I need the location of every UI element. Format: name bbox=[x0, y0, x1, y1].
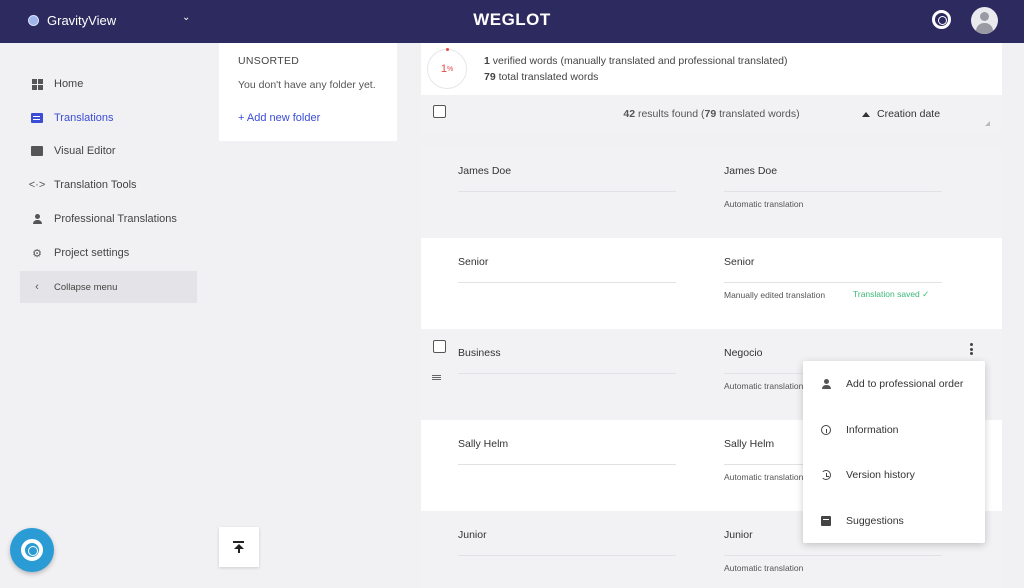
divider bbox=[458, 373, 676, 374]
divider bbox=[724, 191, 942, 192]
translation-text[interactable]: Negocio bbox=[724, 347, 763, 359]
verified-text: verified words (manually translated and … bbox=[489, 55, 788, 67]
logo: WEGLOT bbox=[473, 10, 551, 29]
sidebar-item-label: Professional Translations bbox=[54, 213, 177, 225]
divider bbox=[724, 282, 942, 283]
list-toolbar: 42 results found (79 translated words) C… bbox=[421, 95, 1002, 133]
results-text: results found ( bbox=[635, 108, 705, 120]
more-options-icon[interactable] bbox=[970, 343, 974, 356]
translation-text[interactable]: Sally Helm bbox=[724, 438, 774, 450]
sidebar-item-professional-translations[interactable]: Professional Translations bbox=[20, 203, 197, 235]
menu-item-label: Suggestions bbox=[846, 514, 904, 527]
divider bbox=[458, 464, 676, 465]
translation-text[interactable]: Junior bbox=[724, 529, 753, 541]
lifebuoy-icon bbox=[21, 539, 43, 561]
menu-item-suggestions[interactable]: Suggestions bbox=[803, 498, 985, 543]
history-icon bbox=[821, 469, 831, 480]
total-count: 79 bbox=[484, 71, 496, 83]
progress-circle: 1% bbox=[427, 48, 467, 89]
person-icon bbox=[31, 213, 43, 225]
top-bar: GravityView ⌄ WEGLOT bbox=[0, 0, 1024, 43]
sidebar-item-label: Translation Tools bbox=[54, 179, 137, 191]
source-text: Business bbox=[458, 347, 501, 359]
sidebar-item-home[interactable]: Home bbox=[20, 68, 197, 100]
drag-handle-icon[interactable] bbox=[432, 375, 441, 380]
translation-text[interactable]: James Doe bbox=[724, 165, 777, 177]
menu-item-information[interactable]: Information bbox=[803, 407, 985, 452]
avatar[interactable] bbox=[971, 7, 998, 34]
folder-panel: UNSORTED You don't have any folder yet. … bbox=[219, 43, 397, 141]
translation-text[interactable]: Senior bbox=[724, 256, 754, 268]
table-row[interactable]: James Doe James Doe Automatic translatio… bbox=[421, 147, 1002, 238]
info-icon bbox=[821, 424, 831, 435]
translation-status: Automatic translation bbox=[724, 563, 804, 573]
comment-icon bbox=[821, 515, 831, 526]
sort-creation-date[interactable]: Creation date bbox=[862, 108, 940, 120]
resize-corner-icon bbox=[985, 121, 990, 126]
total-words-stat: 79 total translated words bbox=[484, 71, 598, 83]
divider bbox=[724, 555, 942, 556]
dashboard-icon bbox=[31, 78, 43, 90]
total-text: total translated words bbox=[495, 71, 599, 83]
menu-item-label: Version history bbox=[846, 468, 915, 481]
sort-label: Creation date bbox=[877, 108, 941, 120]
verified-words-stat: 1 verified words (manually translated an… bbox=[484, 55, 788, 67]
source-text: James Doe bbox=[458, 165, 512, 177]
source-text: Junior bbox=[458, 529, 487, 541]
person-icon bbox=[821, 378, 831, 389]
help-icon[interactable] bbox=[932, 10, 951, 29]
gear-icon: ⚙ bbox=[32, 247, 42, 260]
divider bbox=[458, 191, 676, 192]
divider bbox=[458, 282, 676, 283]
sidebar-item-translation-tools[interactable]: <·> Translation Tools bbox=[20, 169, 197, 201]
collapse-menu-button[interactable]: ‹ Collapse menu bbox=[20, 271, 197, 303]
chevron-left-icon: ‹ bbox=[35, 281, 39, 293]
percent-unit: % bbox=[446, 65, 454, 73]
source-text: Senior bbox=[458, 256, 489, 268]
row-context-menu: Add to professional order Information Ve… bbox=[803, 361, 985, 543]
menu-item-version-history[interactable]: Version history bbox=[803, 452, 985, 497]
sidebar-item-visual-editor[interactable]: Visual Editor bbox=[20, 135, 197, 167]
translations-icon bbox=[31, 112, 43, 124]
sidebar-item-label: Visual Editor bbox=[54, 145, 116, 157]
translation-status: Automatic translation bbox=[724, 381, 804, 391]
sidebar-item-translations[interactable]: Translations bbox=[20, 102, 197, 134]
divider bbox=[458, 555, 676, 556]
code-icon: <·> bbox=[28, 179, 46, 191]
row-checkbox[interactable] bbox=[433, 340, 446, 353]
sidebar-item-label: Project settings bbox=[54, 247, 130, 259]
translation-saved-badge: Translation saved ✓ bbox=[853, 289, 930, 299]
help-chat-button[interactable] bbox=[10, 528, 54, 572]
collapse-menu-label: Collapse menu bbox=[54, 281, 118, 293]
sidebar-item-label: Home bbox=[54, 78, 84, 90]
visual-editor-icon bbox=[31, 145, 43, 157]
results-count: 42 bbox=[623, 108, 636, 120]
menu-item-label: Add to professional order bbox=[846, 377, 964, 390]
results-words: 79 bbox=[704, 108, 717, 120]
menu-item-add-professional-order[interactable]: Add to professional order bbox=[803, 361, 985, 406]
translation-status: Manually edited translation bbox=[724, 290, 826, 300]
menu-item-label: Information bbox=[846, 423, 899, 436]
sidebar: Home Translations Visual Editor <·> Tran… bbox=[0, 43, 210, 588]
folder-empty-text: You don't have any folder yet. bbox=[238, 79, 376, 91]
sort-ascending-icon bbox=[862, 111, 870, 117]
results-suffix: translated words) bbox=[716, 108, 800, 120]
folder-title: UNSORTED bbox=[238, 55, 300, 67]
scroll-to-top-button[interactable] bbox=[219, 527, 259, 567]
translation-status: Automatic translation bbox=[724, 199, 804, 209]
sidebar-item-project-settings[interactable]: ⚙ Project settings bbox=[20, 237, 197, 269]
add-folder-link[interactable]: + Add new folder bbox=[238, 112, 320, 124]
source-text: Sally Helm bbox=[458, 438, 509, 450]
stats-panel: 1% 1 verified words (manually translated… bbox=[421, 43, 1002, 95]
table-row[interactable]: Senior Senior Manually edited translatio… bbox=[421, 238, 1002, 329]
sidebar-item-label: Translations bbox=[54, 112, 114, 124]
translation-status: Automatic translation bbox=[724, 472, 804, 482]
